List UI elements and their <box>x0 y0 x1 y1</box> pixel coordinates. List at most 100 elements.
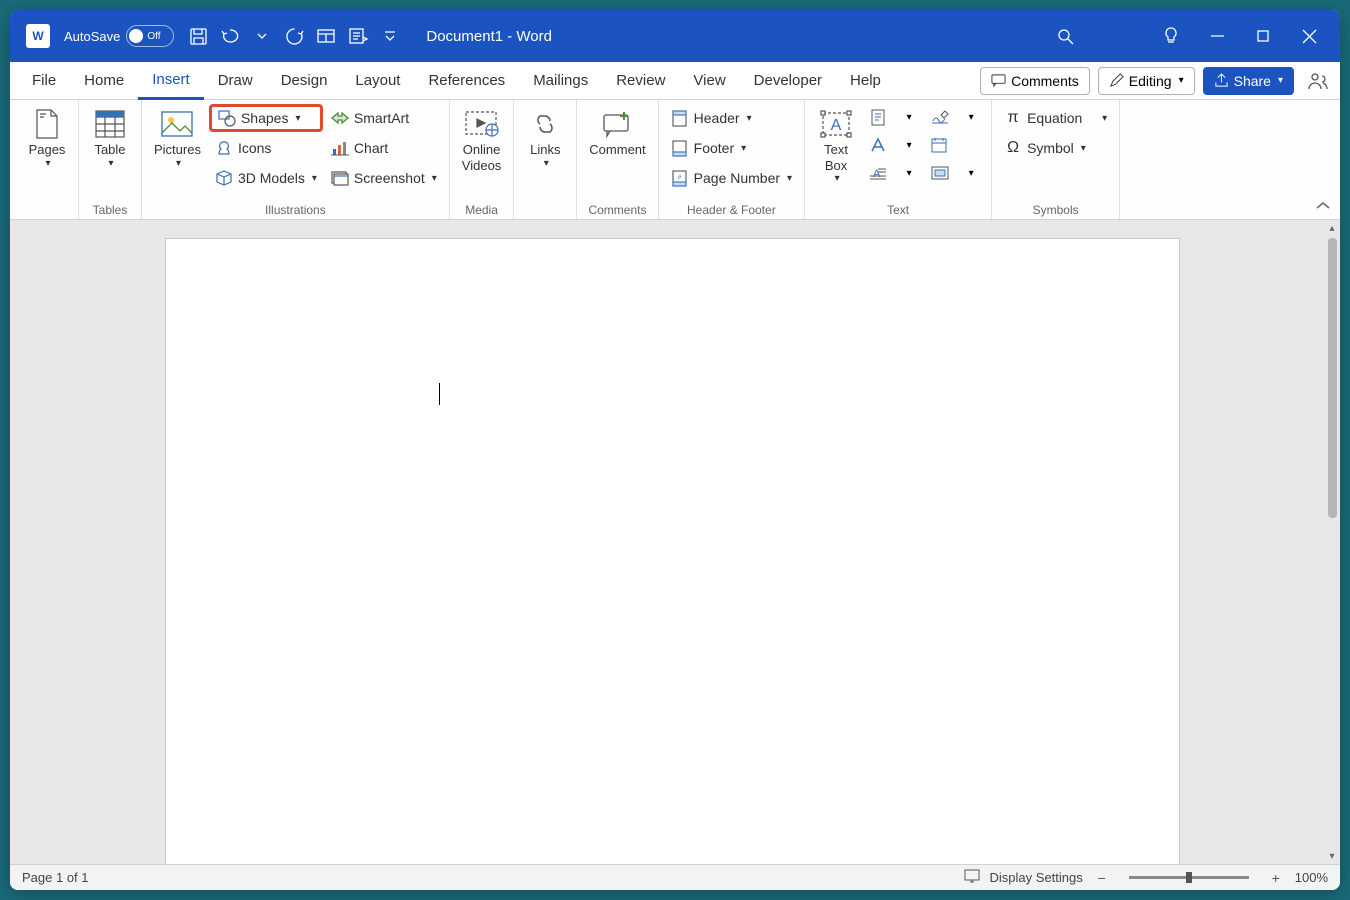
drop-cap-button[interactable]: A <box>863 160 893 186</box>
page-status[interactable]: Page 1 of 1 <box>22 870 89 885</box>
tab-mailings[interactable]: Mailings <box>519 62 602 100</box>
group-tables: Table ▾ Tables <box>79 100 142 219</box>
chevron-down-icon: ▾ <box>1102 113 1107 124</box>
collapse-ribbon-button[interactable] <box>1316 197 1330 215</box>
maximize-button[interactable] <box>1240 16 1286 56</box>
equation-label: Equation <box>1027 110 1082 126</box>
icons-button[interactable]: Icons <box>209 134 323 162</box>
group-links: Links ▾ . <box>514 100 577 219</box>
editing-mode-button[interactable]: Editing ▾ <box>1098 67 1195 95</box>
zoom-slider-thumb[interactable] <box>1186 872 1192 883</box>
chevron-down-icon: ▾ <box>835 173 840 185</box>
wordart-button[interactable] <box>863 132 893 158</box>
display-settings-button[interactable]: Display Settings <box>990 870 1083 885</box>
comments-button[interactable]: Comments <box>980 67 1090 95</box>
chevron-down-icon: ▾ <box>45 158 50 170</box>
group-label-headerfooter: Header & Footer <box>665 201 798 217</box>
vertical-scrollbar[interactable]: ▴ ▾ <box>1324 220 1340 864</box>
qat-update-icon[interactable] <box>344 22 372 50</box>
header-icon <box>671 109 689 127</box>
online-videos-button[interactable]: Online Videos <box>456 104 508 177</box>
chart-icon <box>331 139 349 157</box>
undo-dropdown[interactable] <box>248 22 276 50</box>
tab-layout[interactable]: Layout <box>341 62 414 100</box>
tab-references[interactable]: References <box>414 62 519 100</box>
comment-label: Comment <box>589 142 645 158</box>
tab-developer[interactable]: Developer <box>740 62 836 100</box>
footer-button[interactable]: Footer ▾ <box>665 134 798 162</box>
symbol-label: Symbol <box>1027 140 1074 156</box>
tab-draw[interactable]: Draw <box>204 62 267 100</box>
tab-help[interactable]: Help <box>836 62 895 100</box>
tab-home[interactable]: Home <box>70 62 138 100</box>
equation-icon: π <box>1004 109 1022 127</box>
table-icon <box>94 108 126 140</box>
pages-button[interactable]: Pages ▾ <box>22 104 72 174</box>
qat-customize-dropdown[interactable] <box>376 22 404 50</box>
document-page[interactable] <box>165 238 1180 864</box>
text-box-button[interactable]: A Text Box ▾ <box>811 104 861 189</box>
comment-button[interactable]: Comment <box>583 104 651 162</box>
chevron-down-icon: ▾ <box>176 158 181 170</box>
tab-insert[interactable]: Insert <box>138 62 204 100</box>
collaborators-icon[interactable] <box>1304 67 1332 95</box>
table-button[interactable]: Table ▾ <box>85 104 135 174</box>
page-number-button[interactable]: # Page Number ▾ <box>665 164 798 192</box>
pictures-button[interactable]: Pictures ▾ <box>148 104 207 174</box>
tab-view[interactable]: View <box>679 62 739 100</box>
undo-button[interactable] <box>216 22 244 50</box>
tab-file[interactable]: File <box>18 62 70 100</box>
scroll-thumb[interactable] <box>1328 238 1337 518</box>
tab-design[interactable]: Design <box>267 62 342 100</box>
scroll-down-button[interactable]: ▾ <box>1324 848 1340 864</box>
signature-dropdown[interactable]: ▾ <box>955 104 985 130</box>
minimize-button[interactable] <box>1194 16 1240 56</box>
lightbulb-button[interactable] <box>1148 16 1194 56</box>
zoom-slider[interactable] <box>1129 876 1249 879</box>
search-button[interactable] <box>1042 16 1088 56</box>
equation-button[interactable]: π Equation ▾ <box>998 104 1113 132</box>
shapes-button[interactable]: Shapes ▾ <box>209 104 323 132</box>
chevron-down-icon: ▾ <box>741 143 746 154</box>
group-label-text: Text <box>811 201 985 217</box>
chevron-down-icon: ▾ <box>1278 75 1283 86</box>
quick-parts-button[interactable] <box>863 104 893 130</box>
header-button[interactable]: Header ▾ <box>665 104 798 132</box>
object-dropdown[interactable]: ▾ <box>955 160 985 186</box>
qat-view-icon[interactable] <box>312 22 340 50</box>
smartart-icon <box>331 109 349 127</box>
share-button[interactable]: Share ▾ <box>1203 67 1294 95</box>
zoom-out-button[interactable]: − <box>1093 869 1111 887</box>
chevron-down-icon: ▾ <box>747 113 752 124</box>
group-label-illustrations: Illustrations <box>148 201 443 217</box>
svg-text:#: # <box>678 175 682 181</box>
pages-label: Pages <box>29 142 66 158</box>
drop-cap-dropdown[interactable]: ▾ <box>893 160 923 186</box>
cube-icon <box>215 169 233 187</box>
links-button[interactable]: Links ▾ <box>520 104 570 174</box>
zoom-in-button[interactable]: + <box>1267 869 1285 887</box>
close-button[interactable] <box>1286 16 1332 56</box>
date-time-button[interactable] <box>925 132 955 158</box>
signature-line-button[interactable] <box>925 104 955 130</box>
autosave-toggle[interactable]: Off <box>126 25 174 47</box>
symbol-button[interactable]: Ω Symbol ▾ <box>998 134 1113 162</box>
display-settings-icon <box>964 869 980 886</box>
title-bar: W AutoSave Off Document1 - Word <box>10 10 1340 62</box>
3d-models-button[interactable]: 3D Models ▾ <box>209 164 323 192</box>
screenshot-label: Screenshot <box>354 170 425 186</box>
chart-button[interactable]: Chart <box>325 134 443 162</box>
comment-icon <box>601 108 633 140</box>
tab-review[interactable]: Review <box>602 62 679 100</box>
document-area[interactable]: ▴ ▾ <box>10 220 1340 864</box>
icons-label: Icons <box>238 140 271 156</box>
smartart-button[interactable]: SmartArt <box>325 104 443 132</box>
wordart-dropdown[interactable]: ▾ <box>893 132 923 158</box>
redo-button[interactable] <box>280 22 308 50</box>
zoom-level[interactable]: 100% <box>1295 870 1328 885</box>
save-button[interactable] <box>184 22 212 50</box>
object-button[interactable] <box>925 160 955 186</box>
scroll-up-button[interactable]: ▴ <box>1324 220 1340 236</box>
screenshot-button[interactable]: Screenshot ▾ <box>325 164 443 192</box>
quick-parts-dropdown[interactable]: ▾ <box>893 104 923 130</box>
